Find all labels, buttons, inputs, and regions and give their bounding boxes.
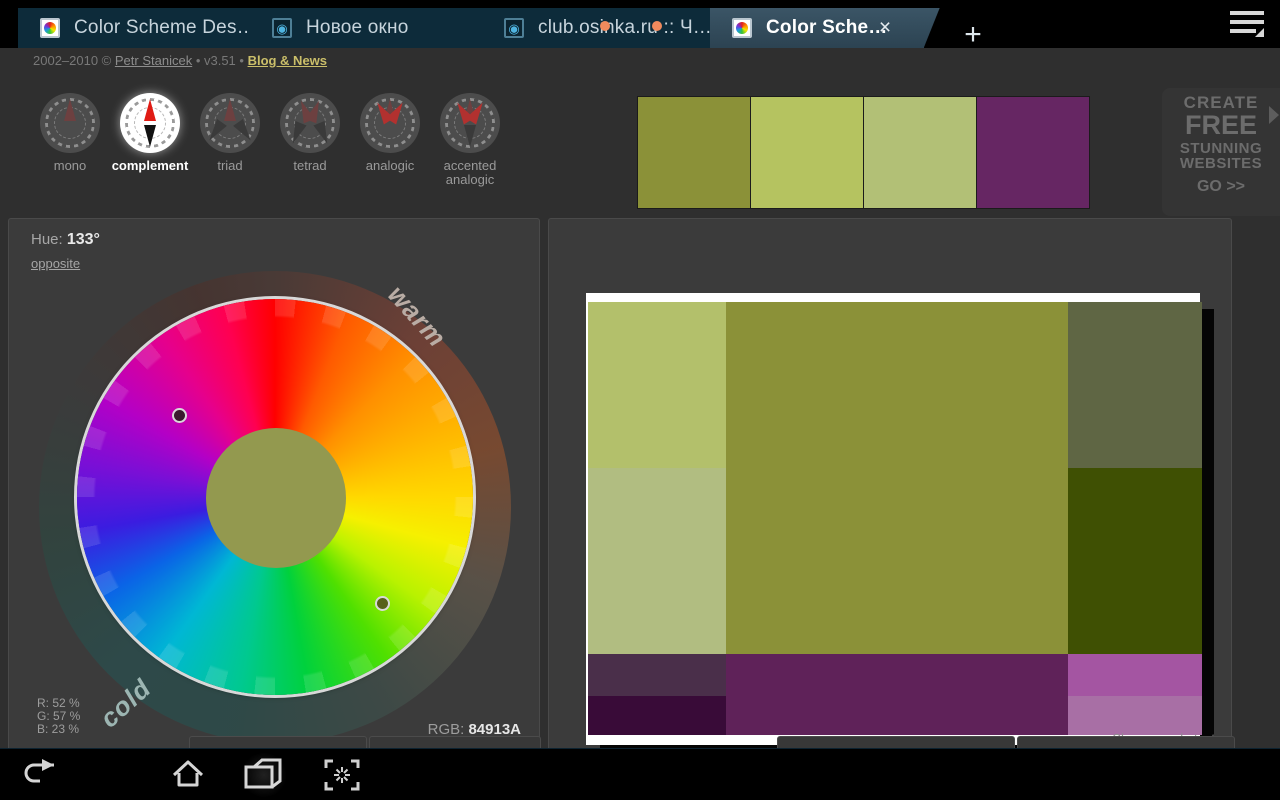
favicon-overlay-dot (652, 21, 662, 31)
primary-marker[interactable] (375, 596, 390, 611)
credits-version: • v3.51 • (192, 53, 248, 68)
color-wheel-favicon (40, 18, 60, 38)
scheme-type-label: tetrad (293, 158, 327, 173)
scheme-type-label: mono (53, 158, 87, 173)
complement-marker[interactable] (172, 408, 187, 423)
preview-cell-a[interactable] (588, 302, 726, 468)
preview-cell-d[interactable] (1068, 302, 1202, 468)
scheme-type-accented-analogic[interactable]: accented analogic (430, 93, 510, 187)
hue-value: 133° (66, 231, 100, 248)
panel-control-stub[interactable] (369, 736, 541, 748)
back-icon[interactable] (14, 757, 66, 793)
tab-strip: Color Scheme Des… ◉ Новое окно ◉ club.os… (0, 8, 1205, 51)
hamburger-menu-icon[interactable] (1230, 11, 1264, 37)
analogic-wheel-icon (360, 93, 420, 153)
color-wheel[interactable]: warm cold (39, 271, 511, 743)
color-wheel-favicon (732, 18, 752, 38)
close-icon[interactable]: × (874, 17, 896, 39)
android-navigation-bar: 14:32 (0, 748, 1280, 800)
blue-percent: B: 23 % (37, 722, 80, 736)
complement-wheel-icon (120, 93, 180, 153)
preview-panel: Show sample text (548, 218, 1235, 748)
screenshot-icon[interactable] (316, 757, 368, 793)
preview-cell-b[interactable] (588, 468, 726, 654)
panel-control-stub[interactable] (189, 736, 367, 748)
swatch-3[interactable] (864, 97, 976, 208)
preview-cell-f[interactable] (588, 654, 726, 696)
author-link[interactable]: Petr Stanicek (115, 53, 192, 68)
screen: Color Scheme Des… ◉ Новое окно ◉ club.os… (0, 0, 1280, 800)
ad-go-link[interactable]: GO >> (1162, 179, 1280, 195)
site-credits: 2002–2010 © Petr Stanicek • v3.51 • Blog… (33, 53, 327, 68)
ad-line-2: FREE (1184, 110, 1257, 140)
triad-wheel-icon (200, 93, 260, 153)
screenshot-press-glow (240, 753, 288, 797)
scheme-type-label: accented analogic (443, 158, 497, 187)
ad-line-1: CREATE (1183, 93, 1259, 112)
tab-title: club.osinka.ru :: Ч… (538, 17, 713, 38)
preview-cell-g[interactable] (588, 696, 726, 735)
selected-color-disc (206, 428, 346, 568)
scheme-type-triad[interactable]: triad (190, 93, 270, 187)
accented-analogic-wheel-icon (440, 93, 500, 153)
tetrad-wheel-icon (280, 93, 340, 153)
advertisement-banner[interactable]: CREATE FREE STUNNING WEBSITES GO >> (1162, 88, 1280, 216)
preview-cell-h[interactable] (726, 654, 1068, 735)
scheme-type-label: analogic (365, 158, 415, 173)
hue-label: Hue: (31, 231, 67, 248)
globe-favicon: ◉ (272, 18, 292, 38)
panel-control-stub[interactable] (777, 736, 1015, 748)
ad-line-3: STUNNING (1179, 140, 1263, 157)
preview-cell-i[interactable] (1068, 654, 1202, 696)
browser-tab-bar: Color Scheme Des… ◉ Новое окно ◉ club.os… (0, 0, 1280, 51)
scheme-type-analogic[interactable]: analogic (350, 93, 430, 187)
tab-title: Color Sche… (766, 17, 888, 38)
hue-readout: Hue: 133° (31, 231, 100, 249)
opposite-link[interactable]: opposite (31, 256, 80, 271)
scheme-swatch-strip (637, 96, 1090, 209)
ad-collapse-arrow-icon[interactable] (1269, 106, 1279, 124)
scheme-type-label: triad (217, 158, 243, 173)
preview-cell-e[interactable] (1068, 468, 1202, 654)
mono-wheel-icon (40, 93, 100, 153)
swatch-2[interactable] (751, 97, 863, 208)
ad-line-4: WEBSITES (1179, 155, 1263, 172)
scheme-type-mono[interactable]: mono (30, 93, 110, 187)
home-icon[interactable] (162, 757, 214, 793)
preview-cell-j[interactable] (1068, 696, 1202, 735)
preview-color-grid (588, 302, 1202, 745)
credits-copyright: 2002–2010 © (33, 53, 115, 68)
browser-tab-4-active[interactable]: Color Sche… × (710, 8, 940, 48)
scheme-type-tetrad[interactable]: tetrad (270, 93, 350, 187)
globe-favicon: ◉ (504, 18, 524, 38)
blog-news-link[interactable]: Blog & News (248, 53, 327, 68)
page-preview (586, 293, 1202, 745)
scheme-type-label: complement (111, 158, 189, 173)
swatch-4[interactable] (977, 97, 1089, 208)
panel-control-stub[interactable] (1017, 736, 1235, 748)
favicon-overlay-dot (600, 21, 610, 31)
swatch-1[interactable] (638, 97, 750, 208)
tab-title: Color Scheme Des… (74, 17, 256, 38)
tab-title: Новое окно (306, 17, 409, 38)
scheme-type-complement[interactable]: complement (110, 93, 190, 187)
rgb-percent-readout: R: 52 % G: 57 % B: 23 % (37, 697, 80, 736)
scheme-type-selector: mono complement triad tetrad analogic ac… (30, 93, 510, 187)
preview-cell-c[interactable] (726, 302, 1068, 654)
preview-top-bar (586, 293, 1113, 302)
web-page-content: 2002–2010 © Petr Stanicek • v3.51 • Blog… (0, 48, 1280, 748)
color-wheel-panel: Hue: 133° opposite warm cold R: 52 % G: … (8, 218, 541, 748)
